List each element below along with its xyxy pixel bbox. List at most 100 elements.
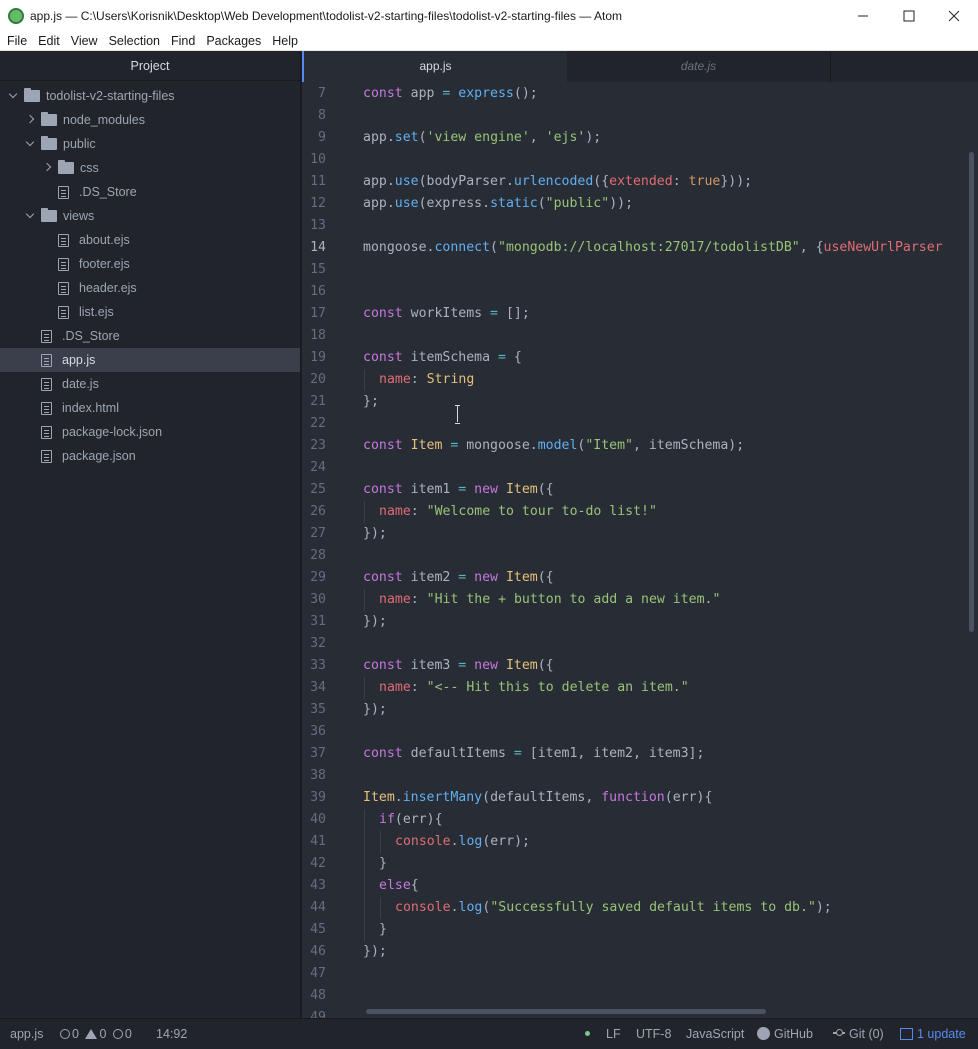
line-number[interactable]: 20 [302,369,326,391]
line-number[interactable]: 8 [302,105,326,127]
code-token: 'ejs' [545,130,586,145]
code-token: const [363,482,403,497]
line-number[interactable]: 34 [302,677,326,699]
line-number[interactable]: 35 [302,699,326,721]
line-ending[interactable]: LF [606,1019,621,1049]
horizontal-scrollbar[interactable] [366,1009,766,1014]
line-number[interactable]: 18 [302,325,326,347]
git-button[interactable]: Git (0) [833,1019,884,1049]
line-number[interactable]: 28 [302,545,326,567]
tree-file[interactable]: app.js [0,348,300,372]
tree-folder[interactable]: node_modules [0,108,300,132]
tree-file[interactable]: date.js [0,372,300,396]
line-number[interactable]: 16 [302,281,326,303]
chevron-right-icon[interactable] [25,115,35,125]
line-number[interactable]: 43 [302,875,326,897]
line-number[interactable]: 36 [302,721,326,743]
line-number[interactable]: 14 [302,237,326,259]
line-number[interactable]: 25 [302,479,326,501]
tab-date-js[interactable]: date.js [567,51,831,82]
code-token: console [395,834,451,849]
chevron-down-icon[interactable] [8,91,18,101]
cursor-position[interactable]: 14:92 [156,1019,187,1049]
tab-app-js[interactable]: app.js [302,51,567,82]
line-number[interactable]: 27 [302,523,326,545]
tree-file[interactable]: package.json [0,444,300,468]
linter-summary[interactable]: 0 0 0 [60,1019,132,1049]
line-number[interactable]: 30 [302,589,326,611]
line-number[interactable]: 45 [302,919,326,941]
menu-edit[interactable]: Edit [34,34,64,48]
line-number[interactable]: 21 [302,391,326,413]
line-number[interactable]: 9 [302,127,326,149]
line-number[interactable]: 13 [302,215,326,237]
line-number[interactable]: 22 [302,413,326,435]
tree-folder[interactable]: css [0,156,300,180]
chevron-down-icon[interactable] [25,139,35,149]
chevron-right-icon[interactable] [42,163,52,173]
line-number[interactable]: 38 [302,765,326,787]
menu-file[interactable]: File [3,34,31,48]
line-number[interactable]: 24 [302,457,326,479]
tree-file[interactable]: about.ejs [0,228,300,252]
tree-file[interactable]: index.html [0,396,300,420]
line-number[interactable]: 10 [302,149,326,171]
line-number[interactable]: 46 [302,941,326,963]
line-number[interactable]: 32 [302,633,326,655]
github-button[interactable]: GitHub [757,1019,813,1049]
line-number[interactable]: 12 [302,193,326,215]
line-number[interactable]: 48 [302,985,326,1007]
line-number[interactable]: 26 [302,501,326,523]
indent-guide [364,369,365,391]
line-number[interactable]: 42 [302,853,326,875]
menu-selection[interactable]: Selection [105,34,164,48]
line-number[interactable]: 39 [302,787,326,809]
status-file-path[interactable]: app.js [10,1019,43,1049]
maximize-button[interactable] [886,0,932,31]
code-token: true [688,174,721,189]
chevron-down-icon[interactable] [25,211,35,221]
tree-folder[interactable]: public [0,132,300,156]
vertical-scrollbar[interactable] [969,152,974,632]
project-panel-title[interactable]: Project [0,51,300,81]
line-number[interactable]: 47 [302,963,326,985]
line-number[interactable]: 15 [302,259,326,281]
minimize-button[interactable] [840,0,886,31]
tree-file[interactable]: footer.ejs [0,252,300,276]
close-button[interactable] [931,0,977,31]
info-icon [112,1029,123,1039]
line-number[interactable]: 7 [302,83,326,105]
update-button[interactable]: 1 update [900,1019,966,1049]
tree-folder[interactable]: views [0,204,300,228]
line-number[interactable]: 37 [302,743,326,765]
line-number[interactable]: 33 [302,655,326,677]
line-number[interactable]: 19 [302,347,326,369]
tree-file[interactable]: .DS_Store [0,324,300,348]
line-number[interactable]: 40 [302,809,326,831]
minimize-icon [858,15,868,16]
line-number[interactable]: 17 [302,303,326,325]
grammar-selector[interactable]: JavaScript [686,1019,744,1049]
line-number[interactable]: 41 [302,831,326,853]
menu-view[interactable]: View [67,34,102,48]
file-icon [58,281,69,295]
tree-file[interactable]: list.ejs [0,300,300,324]
line-number[interactable]: 44 [302,897,326,919]
menu-packages[interactable]: Packages [202,34,265,48]
file-encoding[interactable]: UTF-8 [636,1019,671,1049]
line-number[interactable]: 29 [302,567,326,589]
tree-file[interactable]: .DS_Store [0,180,300,204]
code-editor[interactable]: 7 const app = express(); 8 9 app.set('view e… [302,82,978,1018]
tree-file[interactable]: package-lock.json [0,420,300,444]
tree-folder[interactable]: todolist-v2-starting-files [0,84,300,108]
line-number[interactable]: 49 [302,1007,326,1018]
menu-help[interactable]: Help [268,34,302,48]
line-number[interactable]: 31 [302,611,326,633]
tree-file[interactable]: header.ejs [0,276,300,300]
line-number[interactable]: 11 [302,171,326,193]
line-number[interactable]: 23 [302,435,326,457]
code-token: . [450,834,459,849]
code-token: Item [402,438,443,453]
code-text: name: "Hit the + button to add a new ite… [379,589,720,611]
menu-find[interactable]: Find [167,34,199,48]
